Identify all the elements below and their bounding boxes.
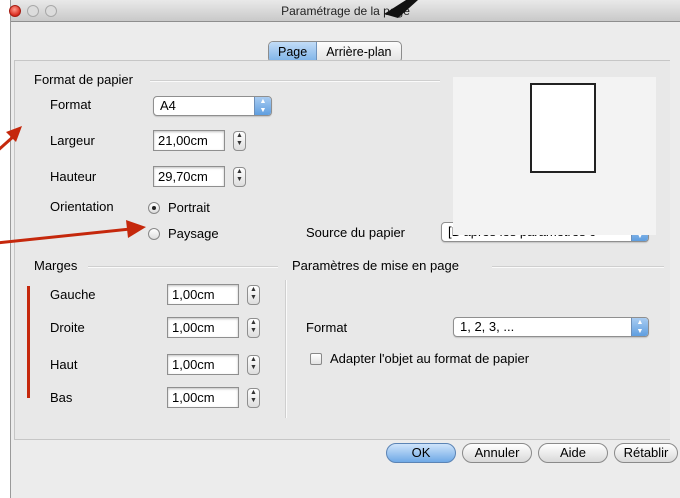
paper-format-heading: Format de papier xyxy=(34,72,133,87)
landscape-radio[interactable] xyxy=(148,228,160,240)
paper-format-separator xyxy=(150,80,440,82)
numbering-format-select[interactable]: 1, 2, 3, ... ▲ ▼ xyxy=(453,317,649,337)
margin-left-stepper[interactable]: ▲ ▼ xyxy=(247,285,260,305)
fit-object-label: Adapter l'objet au format de papier xyxy=(330,351,530,366)
margin-bottom-field[interactable]: 1,00cm xyxy=(167,387,239,408)
section-divider xyxy=(285,280,287,418)
margin-top-field[interactable]: 1,00cm xyxy=(167,354,239,375)
paper-source-label: Source du papier xyxy=(306,225,406,240)
margins-separator xyxy=(88,266,278,268)
margin-left-label: Gauche xyxy=(50,287,96,302)
portrait-radio[interactable] xyxy=(148,202,160,214)
cancel-button[interactable]: Annuler xyxy=(462,443,532,463)
tab-page[interactable]: Page xyxy=(269,42,318,62)
margin-left-field[interactable]: 1,00cm xyxy=(167,284,239,305)
window-title: Paramétrage de la page xyxy=(281,4,410,18)
help-button[interactable]: Aide xyxy=(538,443,608,463)
height-stepper[interactable]: ▲ ▼ xyxy=(233,167,246,187)
margin-top-label: Haut xyxy=(50,357,78,372)
ok-button[interactable]: OK xyxy=(386,443,456,463)
margin-bottom-label: Bas xyxy=(50,390,73,405)
portrait-label: Portrait xyxy=(168,200,210,215)
height-field[interactable]: 29,70cm xyxy=(153,166,225,187)
layout-settings-heading: Paramètres de mise en page xyxy=(292,258,459,273)
margin-bottom-stepper[interactable]: ▲ ▼ xyxy=(247,388,260,408)
width-stepper[interactable]: ▲ ▼ xyxy=(233,131,246,151)
margin-right-label: Droite xyxy=(50,320,85,335)
tab-background[interactable]: Arrière-plan xyxy=(317,42,400,62)
width-field[interactable]: 21,00cm xyxy=(153,130,225,151)
height-label: Hauteur xyxy=(50,169,97,184)
numbering-format-value: 1, 2, 3, ... xyxy=(460,319,515,334)
numbering-format-label: Format xyxy=(306,320,348,335)
margins-heading: Marges xyxy=(34,258,78,273)
fit-object-checkbox[interactable] xyxy=(310,353,322,365)
orientation-label: Orientation xyxy=(50,199,114,214)
title-bar: Paramétrage de la page xyxy=(9,0,680,22)
margin-right-stepper[interactable]: ▲ ▼ xyxy=(247,318,260,338)
width-label: Largeur xyxy=(50,133,95,148)
format-label: Format xyxy=(50,97,92,112)
select-arrows-icon: ▲▼ xyxy=(254,97,271,115)
annotation-bar xyxy=(27,286,30,398)
margin-top-stepper[interactable]: ▲ ▼ xyxy=(247,355,260,375)
margin-right-field[interactable]: 1,00cm xyxy=(167,317,239,338)
landscape-label: Paysage xyxy=(168,226,219,241)
layout-settings-separator xyxy=(492,266,664,268)
page-preview-icon xyxy=(530,83,596,173)
paper-format-value: A4 xyxy=(160,98,176,113)
select-arrows-icon: ▲▼ xyxy=(631,318,648,336)
reset-button[interactable]: Rétablir xyxy=(614,443,678,463)
paper-format-select[interactable]: A4 ▲ ▼ xyxy=(153,96,272,116)
